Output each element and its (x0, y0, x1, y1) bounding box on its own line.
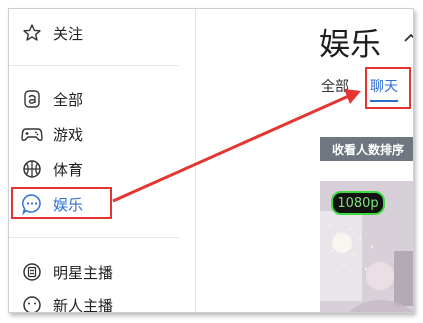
annotation-highlight-box (11, 187, 112, 219)
star-icon (21, 22, 43, 44)
page-title: 娱乐 (319, 27, 381, 63)
letter-a-icon (21, 88, 43, 110)
gamepad-icon (21, 123, 43, 145)
sidebar-item-label: 明星主播 (53, 263, 114, 282)
sidebar-item-label: 体育 (53, 160, 84, 179)
sidebar-item-new-streamers[interactable]: 新人主播 (21, 292, 181, 313)
basketball-icon (21, 158, 43, 180)
chevron-up-icon[interactable] (400, 27, 413, 49)
sidebar-item-label: 游戏 (53, 125, 84, 144)
quality-badge: 1080p (331, 191, 385, 215)
stream-thumbnail[interactable]: 1080p (320, 181, 413, 312)
tab-all[interactable]: 全部 (321, 76, 349, 96)
sidebar-item-label: 新人主播 (53, 296, 114, 313)
star-badge-icon (21, 261, 43, 283)
sidebar-item-games[interactable]: 游戏 (21, 121, 181, 147)
sidebar-item-label: 全部 (53, 90, 84, 109)
sidebar-item-all[interactable]: 全部 (21, 86, 181, 112)
sort-by-viewers-button[interactable]: 收看人数排序 (320, 137, 413, 161)
sidebar-item-sports[interactable]: 体育 (21, 156, 181, 182)
sidebar-item-star-streamers[interactable]: 明星主播 (21, 259, 181, 285)
sidebar-item-label: 关注 (53, 24, 84, 43)
sidebar-divider (9, 65, 179, 66)
smiley-icon (21, 294, 43, 312)
sidebar-item-follow[interactable]: 关注 (21, 20, 181, 46)
app-window: 关注 全部 游戏 体育 娱乐 明星主播 新人主播 娱乐 全部 聊天 收看人数排序… (8, 8, 414, 313)
sidebar: 关注 全部 游戏 体育 娱乐 明星主播 新人主播 (9, 9, 196, 312)
sidebar-divider (9, 237, 179, 238)
annotation-highlight-box (365, 67, 411, 109)
main-content: 娱乐 全部 聊天 收看人数排序 1080p (196, 9, 413, 312)
